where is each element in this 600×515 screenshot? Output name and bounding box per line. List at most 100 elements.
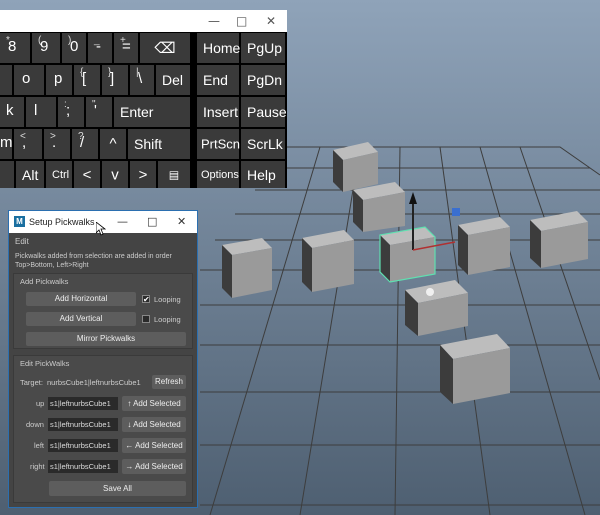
looping-horizontal-label: Looping xyxy=(154,295,181,304)
right-field[interactable]: s1|leftnurbsCube1 xyxy=(48,460,118,473)
key-open-bracket[interactable]: {[ xyxy=(74,65,100,95)
key-up-arrow[interactable]: ^ xyxy=(100,129,126,159)
add-vertical-button[interactable]: Add Vertical xyxy=(26,312,136,326)
up-label: up xyxy=(36,399,45,408)
mirror-pickwalks-button[interactable]: Mirror Pickwalks xyxy=(26,332,186,346)
maximize-icon[interactable]: □ xyxy=(147,215,157,228)
key-m[interactable]: m xyxy=(0,129,13,159)
maximize-icon[interactable]: □ xyxy=(236,14,247,28)
cube-left[interactable] xyxy=(302,230,354,292)
key-pgup[interactable]: PgUp xyxy=(241,33,285,63)
key-pgdn[interactable]: PgDn xyxy=(241,65,285,95)
mouse-cursor-icon xyxy=(96,222,106,236)
right-label: right xyxy=(30,462,45,471)
key-del[interactable]: Del xyxy=(156,65,190,95)
refresh-button[interactable]: Refresh xyxy=(152,375,186,389)
target-value: nurbsCube1|leftnurbsCube1 xyxy=(47,378,141,387)
key-period[interactable]: >. xyxy=(44,129,70,159)
close-icon[interactable]: ✕ xyxy=(266,14,276,28)
key-menu[interactable]: ▤ xyxy=(158,161,190,188)
key-home[interactable]: Home xyxy=(197,33,240,63)
up-field[interactable]: s1|leftnurbsCube1 xyxy=(48,397,118,410)
minimize-icon[interactable]: — xyxy=(208,14,220,28)
key-i-partial[interactable] xyxy=(0,65,12,95)
key-9[interactable]: (9 xyxy=(32,33,60,63)
arrow-left-icon: < xyxy=(82,166,92,183)
left-label: left xyxy=(34,441,45,450)
key-right-arrow[interactable]: > xyxy=(130,161,156,188)
cube-bottom[interactable] xyxy=(440,334,510,404)
key-help[interactable]: Help xyxy=(241,161,285,188)
key-close-bracket[interactable]: }] xyxy=(102,65,128,95)
arrow-right-icon: → xyxy=(125,462,134,471)
key-shift[interactable]: Shift xyxy=(128,129,190,159)
add-pickwalks-section: Add Pickwalks Add Horizontal ✔ Looping A… xyxy=(13,273,193,349)
cube-right-far[interactable] xyxy=(530,211,588,268)
key-left-arrow[interactable]: < xyxy=(74,161,100,188)
key-quote[interactable]: " ' xyxy=(86,97,112,127)
setup-pickwalks-dialog: M Setup Pickwalks — □ ✕ Edit Pickwalks a… xyxy=(8,210,198,508)
key-alt[interactable]: Alt xyxy=(16,161,44,188)
key-end[interactable]: End xyxy=(197,65,239,95)
left-field[interactable]: s1|leftnurbsCube1 xyxy=(48,439,118,452)
key-prtscn[interactable]: PrtScn xyxy=(197,129,240,159)
key-0[interactable]: ) 0 xyxy=(62,33,86,63)
key-insert[interactable]: Insert xyxy=(197,97,239,127)
add-selected-down-button[interactable]: ↓ Add Selected xyxy=(122,417,186,432)
cube-below[interactable] xyxy=(405,280,468,336)
cube-second[interactable] xyxy=(353,182,405,232)
arrow-down-icon: ↓ xyxy=(127,420,132,429)
key-slash[interactable]: ? / xyxy=(72,129,98,159)
cube-top[interactable] xyxy=(333,142,378,192)
on-screen-keyboard: — □ ✕ * 8 (9 ) 0 _ - + = ⌫ o p {[ }] | \ Del … xyxy=(0,10,287,188)
key-p[interactable]: p xyxy=(46,65,72,95)
key-down-arrow[interactable]: v xyxy=(102,161,128,188)
add-selected-up-button[interactable]: ↑ Add Selected xyxy=(122,396,186,411)
key-semicolon[interactable]: :; xyxy=(58,97,84,127)
target-label: Target: xyxy=(20,378,43,387)
dialog-title: Setup Pickwalks xyxy=(29,217,95,227)
add-pickwalks-header: Add Pickwalks xyxy=(20,277,69,286)
key-backspace[interactable]: ⌫ xyxy=(140,33,190,63)
key-k[interactable]: k xyxy=(0,97,24,127)
key-options[interactable]: Options xyxy=(197,161,239,188)
key-fn-partial[interactable] xyxy=(0,161,14,188)
looping-vertical-checkbox[interactable] xyxy=(142,315,150,323)
close-icon[interactable]: ✕ xyxy=(177,215,186,228)
down-field[interactable]: s1|leftnurbsCube1 xyxy=(48,418,118,431)
key-ctrl[interactable]: Ctrl xyxy=(46,161,72,188)
arrow-up-icon: ^ xyxy=(109,135,117,153)
add-selected-right-button[interactable]: → Add Selected xyxy=(122,459,186,474)
key-enter[interactable]: Enter xyxy=(114,97,190,127)
looping-horizontal-checkbox[interactable]: ✔ xyxy=(142,295,150,304)
edit-pickwalks-section: Edit PickWalks Target: nurbsCube1|leftnu… xyxy=(13,355,193,503)
key-scrlk[interactable]: ScrLk xyxy=(241,129,285,159)
key-equals[interactable]: + = xyxy=(114,33,138,63)
edit-pickwalks-header: Edit PickWalks xyxy=(20,359,70,368)
cube-right[interactable] xyxy=(458,217,510,275)
arrow-left-icon: ← xyxy=(125,441,134,450)
down-label: down xyxy=(26,420,44,429)
minimize-icon[interactable]: — xyxy=(117,215,128,228)
key-o[interactable]: o xyxy=(14,65,44,95)
key-minus[interactable]: _ - xyxy=(88,33,112,63)
help-text-line1: Pickwalks added from selection are added… xyxy=(15,253,172,260)
arrow-up-icon: ↑ xyxy=(127,399,132,408)
add-selected-left-button[interactable]: ← Add Selected xyxy=(122,438,186,453)
keyboard-titlebar: — □ ✕ xyxy=(0,10,287,32)
key-8[interactable]: * 8 xyxy=(0,33,30,63)
backspace-icon: ⌫ xyxy=(154,40,176,57)
key-pause[interactable]: Pause xyxy=(241,97,287,127)
maya-logo-icon: M xyxy=(14,216,25,227)
looping-vertical-label: Looping xyxy=(154,315,181,324)
menu-edit[interactable]: Edit xyxy=(15,237,29,246)
key-comma[interactable]: <, xyxy=(14,129,42,159)
arrow-right-icon: > xyxy=(138,166,148,183)
add-horizontal-button[interactable]: Add Horizontal xyxy=(26,292,136,306)
help-text-line2: Top>Bottom, Left>Right xyxy=(15,262,89,269)
cube-left-far[interactable] xyxy=(222,238,272,298)
key-l[interactable]: l xyxy=(26,97,56,127)
menu-key-icon: ▤ xyxy=(168,169,180,181)
key-backslash[interactable]: | \ xyxy=(130,65,154,95)
save-all-button[interactable]: Save All xyxy=(49,481,186,496)
